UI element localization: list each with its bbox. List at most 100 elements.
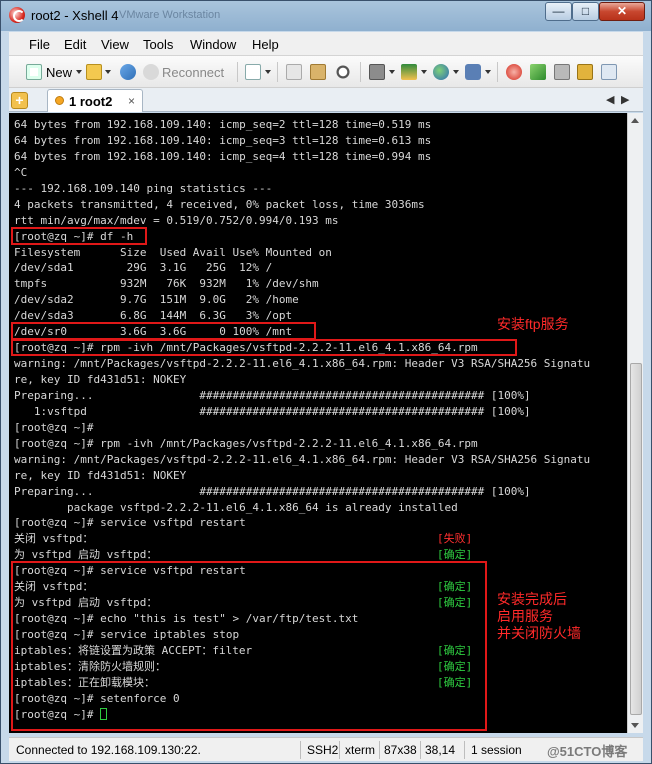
title-bar: root2 - Xshell 4 VMware Workstation — □ …: [1, 1, 651, 31]
keyboard-icon[interactable]: [554, 64, 570, 80]
layout-icon[interactable]: [601, 64, 617, 80]
menu-tools[interactable]: Tools: [143, 37, 173, 52]
service-status-tag: [失败]: [437, 532, 473, 546]
terminal-line: 64 bytes from 192.168.109.140: icmp_seq=…: [14, 149, 590, 165]
menu-view[interactable]: View: [101, 37, 129, 52]
tab-label: 1 root2: [69, 94, 113, 109]
close-tab-icon[interactable]: ×: [128, 94, 135, 108]
chevron-down-icon[interactable]: [485, 70, 491, 74]
terminal-line-text: 为 vsftpd 启动 vsftpd：: [14, 548, 158, 562]
highlight-df-command: [11, 227, 147, 245]
find-icon[interactable]: [335, 64, 351, 80]
terminal-line-text: Preparing... ###########################…: [14, 388, 531, 402]
terminal-line-text: --- 192.168.109.140 ping statistics ---: [14, 181, 273, 195]
menu-help[interactable]: Help: [252, 37, 279, 52]
terminal-line: [root@zq ~]# rpm -ivh /mnt/Packages/vsft…: [14, 436, 590, 452]
toolbar-divider: [497, 62, 498, 82]
status-bar: Connected to 192.168.109.130:22. SSH2 xt…: [9, 737, 643, 761]
terminal-line: Filesystem Size Used Avail Use% Mounted …: [14, 245, 590, 261]
status-divider: [420, 741, 421, 759]
terminal-line: ^C: [14, 165, 590, 181]
print-icon[interactable]: [369, 64, 385, 80]
scroll-down-icon[interactable]: [631, 723, 639, 728]
terminal-line-text: /dev/sda2 9.7G 151M 9.0G 2% /home: [14, 293, 299, 307]
toolbar-divider: [277, 62, 278, 82]
terminal-line: Preparing... ###########################…: [14, 484, 590, 500]
highlight-service-block: [11, 561, 487, 731]
transfer-icon[interactable]: [401, 64, 417, 80]
xagent-icon[interactable]: [530, 64, 546, 80]
chevron-down-icon[interactable]: [76, 70, 82, 74]
menu-window[interactable]: Window: [190, 37, 236, 52]
terminal-type: xterm: [345, 743, 375, 757]
window-title: root2 - Xshell 4: [31, 8, 119, 23]
close-button[interactable]: ✕: [599, 2, 645, 21]
terminal-line-text: re, key ID fd431d51: NOKEY: [14, 373, 187, 386]
terminal-line: tmpfs 932M 76K 932M 1% /dev/shm: [14, 276, 590, 292]
terminal-line: warning: /mnt/Packages/vsftpd-2.2.2-11.e…: [14, 452, 590, 468]
menu-edit[interactable]: Edit: [64, 37, 86, 52]
minimize-button[interactable]: —: [545, 2, 572, 21]
copy-icon[interactable]: [286, 64, 302, 80]
terminal-line: 关闭 vsftpd： [失败]: [14, 531, 590, 547]
terminal-line: --- 192.168.109.140 ping statistics ---: [14, 181, 590, 197]
tab-root2[interactable]: 1 root2 ×: [47, 89, 143, 112]
connect-icon[interactable]: [120, 64, 136, 80]
terminal-line-text: 64 bytes from 192.168.109.140: icmp_seq=…: [14, 149, 432, 163]
terminal-line: /dev/sda1 29G 3.1G 25G 12% /: [14, 260, 590, 276]
reconnect-icon[interactable]: [143, 64, 159, 80]
toolbar-divider: [237, 62, 238, 82]
status-divider: [339, 741, 340, 759]
terminal-line-text: [root@zq ~]# rpm -ivh /mnt/Packages/vsft…: [14, 436, 478, 450]
maximize-button[interactable]: □: [572, 2, 599, 21]
terminal-line-text: warning: /mnt/Packages/vsftpd-2.2.2-11.e…: [14, 357, 591, 371]
terminal-line-text: 64 bytes from 192.168.109.140: icmp_seq=…: [14, 118, 432, 131]
globe-icon[interactable]: [433, 64, 449, 80]
tab-next-icon[interactable]: ▶: [621, 93, 629, 106]
scroll-up-icon[interactable]: [631, 118, 639, 123]
status-divider: [300, 741, 301, 759]
scrollbar-thumb[interactable]: [630, 363, 642, 715]
properties-icon[interactable]: [245, 64, 261, 80]
terminal-line: package vsftpd-2.2.2-11.el6_4.1.x86_64 i…: [14, 500, 590, 516]
chevron-down-icon[interactable]: [421, 70, 427, 74]
protocol-status: SSH2: [307, 743, 339, 757]
tab-bar: + 1 root2 × ◀ ▶: [9, 88, 643, 112]
terminal-line: 4 packets transmitted, 4 received, 0% pa…: [14, 197, 590, 213]
new-session-icon[interactable]: [26, 64, 42, 80]
terminal-line: 64 bytes from 192.168.109.140: icmp_seq=…: [14, 117, 590, 133]
terminal-line-text: ^C: [14, 165, 28, 179]
terminal-line-text: [root@zq ~]# service vsftpd restart: [14, 516, 246, 530]
annotation-install-ftp: 安装ftp服务: [497, 316, 569, 332]
add-tab-icon[interactable]: +: [11, 92, 28, 109]
toolbar: New Reconnect: [9, 56, 643, 88]
font-icon[interactable]: [465, 64, 481, 80]
vertical-scrollbar[interactable]: [627, 113, 643, 733]
lock-icon[interactable]: [577, 64, 593, 80]
reconnect-button[interactable]: Reconnect: [162, 65, 224, 80]
menu-file[interactable]: File: [29, 37, 50, 52]
paste-icon[interactable]: [310, 64, 326, 80]
terminal-line-text: tmpfs 932M 76K 932M 1% /dev/shm: [14, 277, 319, 291]
terminal-line: [root@zq ~]#: [14, 420, 590, 436]
highlight-sr0-mount: [11, 322, 316, 340]
terminal-line: /dev/sda2 9.7G 151M 9.0G 2% /home: [14, 292, 590, 308]
terminal[interactable]: 64 bytes from 192.168.109.140: icmp_seq=…: [9, 113, 627, 733]
status-divider: [464, 741, 465, 759]
terminal-line: warning: /mnt/Packages/vsftpd-2.2.2-11.e…: [14, 356, 590, 372]
terminal-line-text: Preparing... ###########################…: [14, 484, 531, 498]
chevron-down-icon[interactable]: [265, 70, 271, 74]
status-divider: [379, 741, 380, 759]
new-button[interactable]: New: [46, 65, 72, 80]
open-folder-icon[interactable]: [86, 64, 102, 80]
terminal-line-text: /dev/sda1 29G 3.1G 25G 12% /: [14, 261, 273, 275]
background-window-title: VMware Workstation: [119, 9, 221, 21]
chevron-down-icon[interactable]: [453, 70, 459, 74]
chevron-down-icon[interactable]: [389, 70, 395, 74]
chevron-down-icon[interactable]: [105, 70, 111, 74]
terminal-line-text: package vsftpd-2.2.2-11.el6_4.1.x86_64 i…: [14, 500, 458, 514]
terminal-line-text: /dev/sda3 6.8G 144M 6.3G 3% /opt: [14, 309, 293, 323]
terminal-line: 64 bytes from 192.168.109.140: icmp_seq=…: [14, 133, 590, 149]
tab-prev-icon[interactable]: ◀: [606, 93, 614, 106]
xftp-icon[interactable]: [506, 64, 522, 80]
